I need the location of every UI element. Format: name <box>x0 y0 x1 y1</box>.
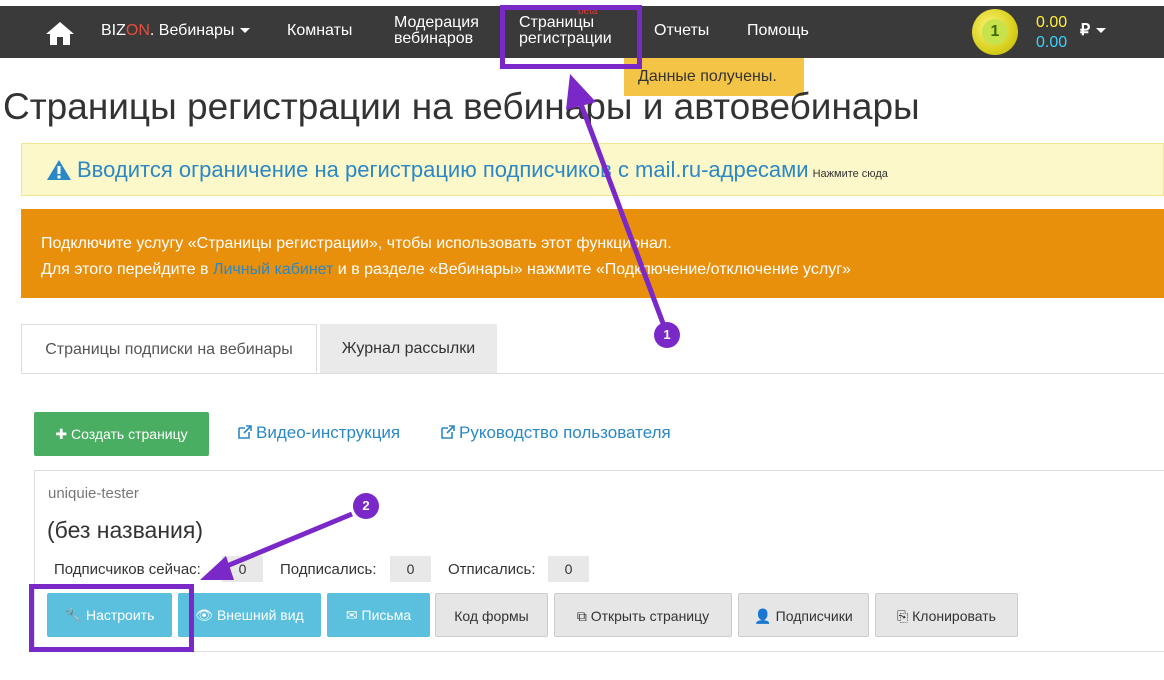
arrow-2-head <box>200 556 234 580</box>
annotation-marker-1: 1 <box>654 322 680 348</box>
annotation-marker-2: 2 <box>353 493 379 519</box>
annotation-arrows <box>200 74 667 580</box>
arrow-1-shaft <box>575 95 667 327</box>
arrow-2-shaft <box>221 511 353 571</box>
arrow-1-head <box>566 74 596 110</box>
